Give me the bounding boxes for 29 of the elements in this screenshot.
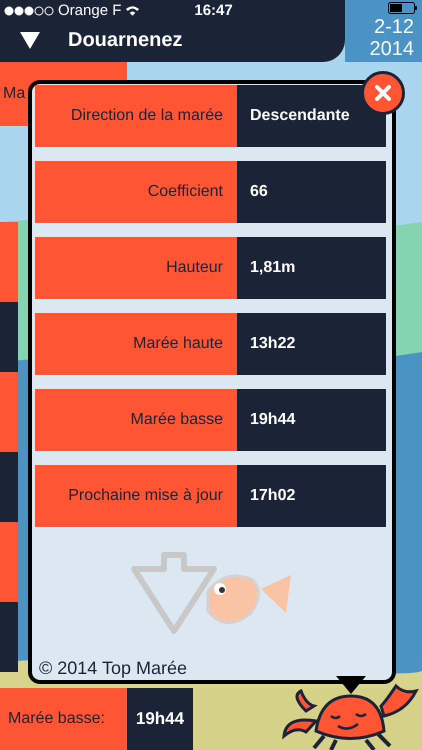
side-stripe	[0, 452, 18, 522]
info-value-cell: 66	[237, 161, 386, 223]
date-day: 2-12	[374, 16, 414, 38]
info-label-cell: Marée haute	[35, 313, 237, 375]
copyright-text: © 2014 Top Marée	[38, 658, 188, 680]
info-label-cell: Direction de la marée	[35, 85, 237, 147]
bottom-value-cell: 19h44	[127, 688, 193, 750]
info-value-cell: 13h22	[237, 313, 386, 375]
status-time: 16:47	[194, 0, 233, 21]
date-year: 2014	[370, 38, 414, 60]
wifi-icon	[125, 5, 140, 17]
carrier-text: Orange F	[58, 0, 122, 21]
bottom-label-cell: Marée basse:	[0, 688, 127, 750]
info-value-cell: 19h44	[237, 389, 386, 451]
info-label-cell: Marée basse	[35, 389, 237, 451]
city-title: Douarnenez	[68, 28, 182, 53]
dropdown-triangle-icon[interactable]	[20, 32, 40, 48]
side-stripe	[0, 602, 18, 672]
info-value-cell: 17h02	[237, 465, 386, 527]
info-value-cell: 1,81m	[237, 237, 386, 299]
signal-icon	[4, 6, 54, 16]
info-label-cell: Prochaine mise à jour	[35, 465, 237, 527]
battery-icon	[388, 2, 418, 14]
info-label-cell: Hauteur	[35, 237, 237, 299]
background-label: Ma	[3, 84, 26, 104]
close-icon	[375, 85, 391, 101]
info-label-cell: Coefficient	[35, 161, 237, 223]
side-stripe	[0, 302, 18, 372]
info-value-cell: Descendante	[237, 85, 386, 147]
